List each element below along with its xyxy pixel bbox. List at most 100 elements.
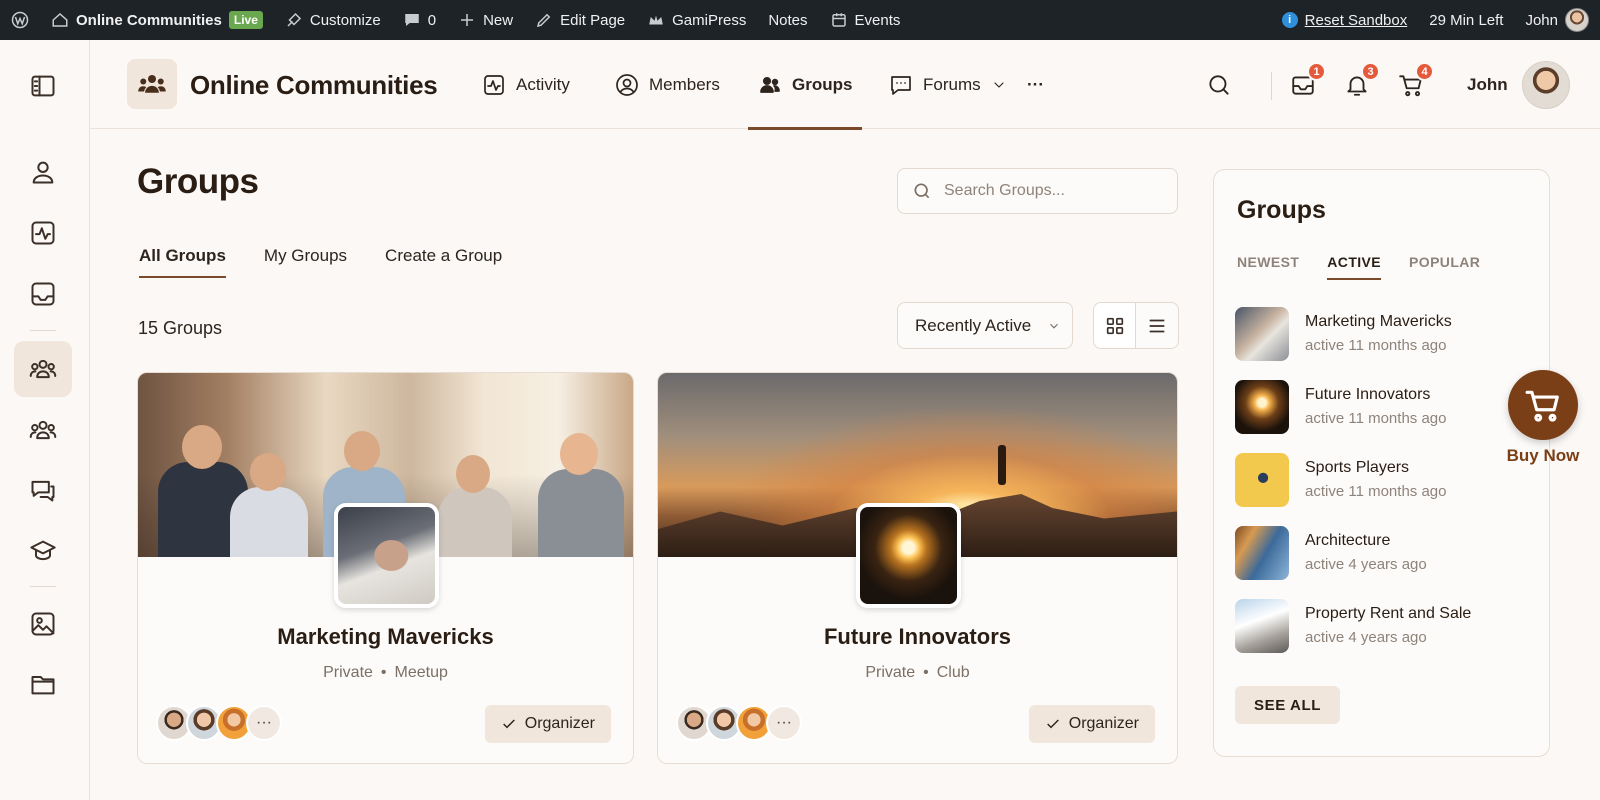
nav-members[interactable]: Members	[615, 40, 720, 129]
list-view-button[interactable]	[1136, 303, 1178, 348]
see-all-button[interactable]: SEE ALL	[1235, 686, 1340, 724]
widget-tab-popular[interactable]: POPULAR	[1409, 254, 1480, 280]
group-avatar[interactable]	[334, 503, 439, 608]
user-circle-icon	[616, 73, 638, 96]
grid-view-button[interactable]	[1094, 303, 1137, 348]
members-icon	[29, 420, 57, 440]
rail-groups[interactable]	[14, 341, 72, 397]
nav-forums[interactable]: Forums	[889, 40, 1007, 129]
group-card[interactable]: Future Innovators Private • Club ··· Org…	[657, 372, 1178, 764]
cart-icon	[1525, 390, 1559, 422]
organizer-button[interactable]: Organizer	[484, 705, 611, 743]
groups-search-input[interactable]	[944, 182, 1164, 200]
group-thumbnail[interactable]	[1235, 380, 1289, 434]
user-avatar[interactable]	[1522, 61, 1570, 109]
user-icon	[32, 161, 54, 184]
cover-figure	[998, 445, 1006, 485]
wordpress-logo-button[interactable]	[0, 0, 40, 40]
chevron-down-icon	[994, 81, 1004, 88]
group-thumbnail[interactable]	[1235, 599, 1289, 653]
group-link[interactable]: Architecture	[1305, 532, 1390, 550]
cart-badge: 4	[1415, 62, 1434, 81]
tab-all-groups[interactable]: All Groups	[139, 246, 226, 278]
tab-my-groups[interactable]: My Groups	[264, 246, 347, 278]
sort-dropdown[interactable]: Recently Active	[897, 302, 1073, 349]
rail-toggle-button[interactable]	[14, 58, 72, 114]
widget-tab-active[interactable]: ACTIVE	[1327, 254, 1381, 280]
brand-title[interactable]: Online Communities	[190, 70, 438, 101]
rail-profile[interactable]	[14, 144, 72, 200]
top-navigation: Online Communities Activity Members Grou…	[90, 40, 1600, 130]
events-link[interactable]: Events	[819, 0, 912, 40]
notes-link[interactable]: Notes	[757, 0, 818, 40]
user-menu-name[interactable]: John	[1467, 75, 1508, 95]
group-thumbnail[interactable]	[1235, 453, 1289, 507]
site-name-link[interactable]: Online Communities Live	[40, 0, 274, 40]
more-members-button[interactable]: ···	[246, 705, 282, 741]
buy-now-button[interactable]	[1508, 370, 1578, 440]
admin-avatar	[1565, 8, 1589, 32]
customize-link[interactable]: Customize	[274, 0, 392, 40]
rail-activity[interactable]	[14, 205, 72, 261]
messages-button[interactable]: 1	[1286, 62, 1326, 102]
group-link[interactable]: Sports Players	[1305, 459, 1409, 477]
site-name-text: Online Communities	[76, 11, 222, 29]
list-item[interactable]: Marketing Mavericks active 11 months ago	[1235, 307, 1535, 380]
list-item[interactable]: Property Rent and Sale active 4 years ag…	[1235, 599, 1535, 672]
search-button[interactable]	[1202, 68, 1236, 102]
group-members[interactable]: ···	[156, 705, 282, 741]
organizer-button[interactable]: Organizer	[1028, 705, 1155, 743]
group-activity-time: active 4 years ago	[1305, 556, 1427, 573]
admin-user-menu[interactable]: John	[1514, 0, 1600, 40]
new-label: New	[483, 11, 514, 29]
group-name[interactable]: Future Innovators	[658, 624, 1177, 650]
notifications-button[interactable]: 3	[1340, 62, 1380, 102]
group-members[interactable]: ···	[676, 705, 802, 741]
gamipress-link[interactable]: GamiPress	[636, 0, 757, 40]
cart-button[interactable]: 4	[1394, 62, 1434, 102]
group-name[interactable]: Marketing Mavericks	[138, 624, 633, 650]
group-meta: Private • Meetup	[138, 664, 633, 682]
group-link[interactable]: Property Rent and Sale	[1305, 605, 1471, 623]
nav-activity-label: Activity	[516, 74, 570, 94]
meta-separator: •	[923, 664, 929, 681]
rail-forums[interactable]	[14, 462, 72, 518]
list-item[interactable]: Sports Players active 11 months ago	[1235, 453, 1535, 526]
list-item[interactable]: Architecture active 4 years ago	[1235, 526, 1535, 599]
group-thumbnail[interactable]	[1235, 526, 1289, 580]
rail-documents[interactable]	[14, 656, 72, 712]
group-activity-time: active 4 years ago	[1305, 629, 1427, 646]
rail-inbox[interactable]	[14, 266, 72, 322]
rail-courses[interactable]	[14, 523, 72, 579]
widget-tab-newest[interactable]: NEWEST	[1237, 254, 1299, 280]
group-link[interactable]: Marketing Mavericks	[1305, 313, 1452, 331]
groups-search[interactable]	[897, 168, 1178, 214]
live-badge: Live	[228, 11, 263, 29]
list-item[interactable]: Future Innovators active 11 months ago	[1235, 380, 1535, 453]
edit-page-link[interactable]: Edit Page	[524, 0, 636, 40]
gamipress-label: GamiPress	[672, 11, 747, 29]
group-activity-time: active 11 months ago	[1305, 337, 1447, 354]
groups-icon	[29, 359, 57, 379]
comments-link[interactable]: 0	[392, 0, 447, 40]
rail-photos[interactable]	[14, 596, 72, 652]
buy-now-label[interactable]: Buy Now	[1500, 446, 1586, 466]
group-link[interactable]: Future Innovators	[1305, 386, 1430, 404]
search-icon	[914, 183, 930, 199]
nav-more-button[interactable]: ···	[1027, 40, 1044, 129]
more-members-button[interactable]: ···	[766, 705, 802, 741]
nav-groups[interactable]: Groups	[747, 40, 863, 130]
new-content-link[interactable]: New	[447, 0, 524, 40]
brand-logo[interactable]	[127, 59, 177, 109]
rail-members[interactable]	[14, 402, 72, 458]
customize-label: Customize	[309, 11, 381, 29]
nav-separator	[1271, 72, 1272, 100]
sandbox-info[interactable]: i Reset Sandbox	[1271, 0, 1419, 40]
nav-activity[interactable]: Activity	[482, 40, 570, 129]
reset-sandbox-link[interactable]: Reset Sandbox	[1305, 12, 1408, 29]
group-card[interactable]: Marketing Mavericks Private • Meetup ···…	[137, 372, 634, 764]
tab-create-group[interactable]: Create a Group	[385, 246, 502, 278]
info-icon: i	[1281, 12, 1298, 28]
group-thumbnail[interactable]	[1235, 307, 1289, 361]
group-avatar[interactable]	[856, 503, 961, 608]
